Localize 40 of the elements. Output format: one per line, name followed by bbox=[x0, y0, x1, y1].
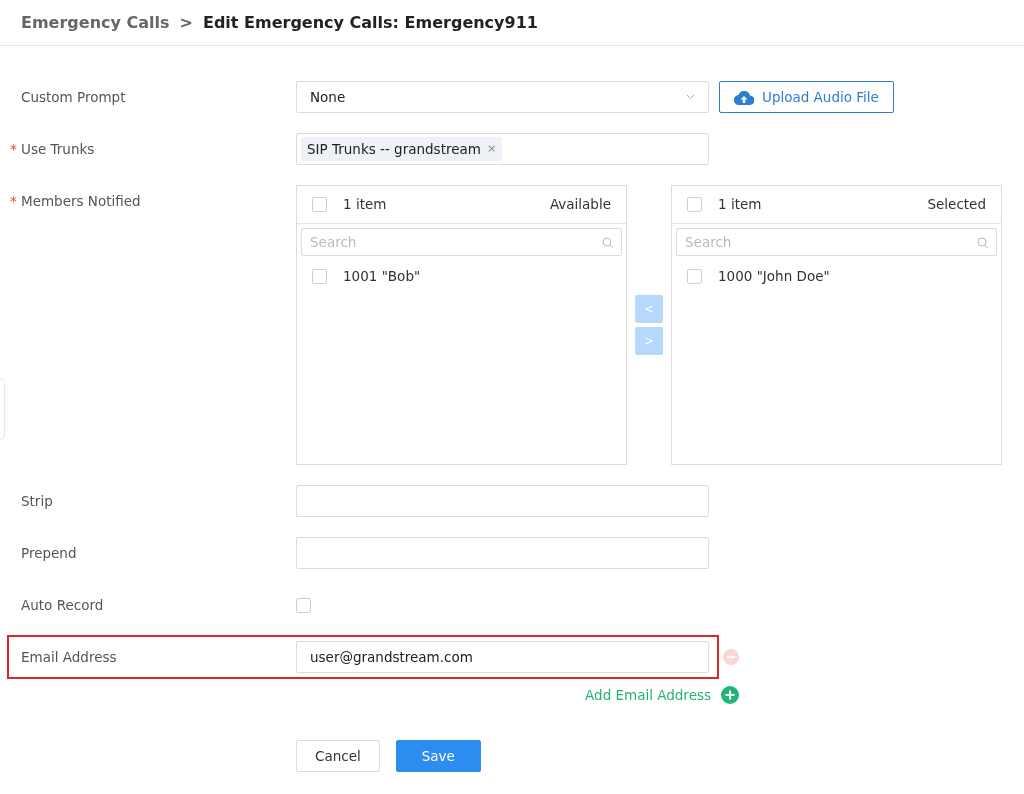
item-count: 1 item bbox=[343, 195, 387, 215]
checkbox[interactable] bbox=[296, 597, 311, 613]
field-label: Email Address bbox=[21, 649, 117, 665]
search-field[interactable]: Search bbox=[301, 228, 622, 256]
item-count: 1 item bbox=[718, 195, 762, 215]
list-item-label[interactable]: 1001 "Bob" bbox=[343, 266, 421, 287]
list-item-label[interactable]: 1000 "John Doe" bbox=[718, 266, 830, 287]
save-button[interactable]: Save bbox=[395, 740, 481, 772]
checkbox[interactable] bbox=[312, 197, 327, 212]
search-icon bbox=[977, 237, 989, 249]
tag-remove-button[interactable]: × bbox=[486, 137, 497, 161]
checkbox[interactable] bbox=[687, 268, 702, 284]
list-title: Available bbox=[549, 195, 611, 215]
text-field[interactable] bbox=[296, 485, 709, 517]
checkbox[interactable] bbox=[312, 268, 327, 284]
field-label: Strip bbox=[21, 493, 53, 509]
tag-label: SIP Trunks -- grandstream bbox=[307, 140, 481, 159]
search-field[interactable]: Search bbox=[676, 228, 997, 256]
field-label: Members Notified bbox=[21, 193, 141, 209]
email-field[interactable]: user@grandstream.com bbox=[296, 641, 709, 673]
field-label: Custom Prompt bbox=[21, 89, 126, 105]
cloud-upload-icon bbox=[734, 89, 754, 105]
field-label: Use Trunks bbox=[21, 141, 95, 157]
checkbox[interactable] bbox=[687, 197, 702, 212]
chevron-down-icon bbox=[686, 94, 695, 100]
field-label: Prepend bbox=[21, 545, 77, 561]
upload-button[interactable]: Upload Audio File bbox=[719, 81, 894, 113]
text-field[interactable] bbox=[296, 537, 709, 569]
tag-select-field[interactable]: SIP Trunks -- grandstream × bbox=[296, 133, 709, 165]
cancel-button[interactable]: Cancel bbox=[296, 740, 380, 772]
select-field[interactable]: None bbox=[296, 81, 709, 113]
required-asterisk: * bbox=[10, 192, 17, 211]
page-title: Edit Emergency Calls: Emergency911 bbox=[202, 11, 538, 34]
required-asterisk: * bbox=[10, 140, 17, 159]
add-icon[interactable] bbox=[721, 686, 739, 705]
search-icon bbox=[602, 237, 614, 249]
list-title: Selected bbox=[927, 195, 986, 215]
field-label: Auto Record bbox=[21, 597, 104, 613]
breadcrumb-separator: > bbox=[179, 11, 193, 34]
breadcrumb-link[interactable]: Emergency Calls bbox=[21, 10, 170, 35]
